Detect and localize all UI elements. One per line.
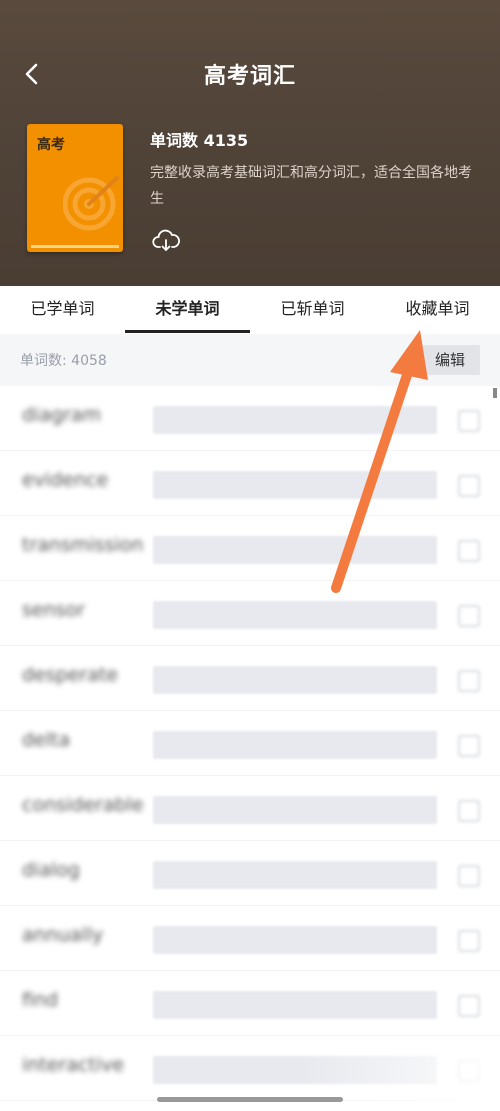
word-text: annually (22, 924, 104, 946)
word-row[interactable]: annually (0, 906, 500, 971)
hidden-meaning[interactable] (153, 796, 437, 824)
word-text: evidence (22, 469, 109, 491)
word-row[interactable]: desperate (0, 646, 500, 711)
word-row[interactable]: transmission (0, 516, 500, 581)
checkbox-icon[interactable] (458, 605, 480, 627)
cover-label: 高考 (37, 137, 65, 153)
word-row[interactable]: find (0, 971, 500, 1036)
book-cover: 高考 (27, 124, 123, 252)
scrollbar[interactable] (493, 388, 497, 398)
word-row[interactable]: evidence (0, 451, 500, 516)
cover-edge (31, 245, 119, 248)
word-text: find (22, 989, 59, 1011)
hidden-meaning[interactable] (153, 601, 437, 629)
cloud-download-icon (152, 229, 180, 251)
checkbox-icon[interactable] (458, 995, 480, 1017)
word-text: diagram (22, 404, 102, 426)
checkbox-icon[interactable] (458, 410, 480, 432)
word-row[interactable]: sensor (0, 581, 500, 646)
word-text: interactive (22, 1054, 125, 1076)
checkbox-icon[interactable] (458, 735, 480, 757)
tab-learned[interactable]: 已学单词 (0, 286, 125, 334)
tab-unlearned[interactable]: 未学单词 (125, 286, 250, 334)
hidden-meaning[interactable] (153, 536, 437, 564)
download-button[interactable] (152, 229, 180, 257)
book-word-count: 单词数 4135 (150, 131, 249, 150)
hidden-meaning[interactable] (153, 731, 437, 759)
word-text: delta (22, 729, 71, 751)
hidden-meaning[interactable] (153, 406, 437, 434)
page-title: 高考词汇 (203, 64, 296, 89)
word-text: sensor (22, 599, 85, 621)
word-tabs: 已学单词 未学单词 已斩单词 收藏单词 (0, 286, 500, 334)
word-text: desperate (22, 664, 118, 686)
book-description: 完整收录高考基础词汇和高分词汇，适合全国各地考生 (150, 165, 472, 207)
target-icon (63, 176, 119, 231)
checkbox-icon[interactable] (458, 670, 480, 692)
tab-mastered[interactable]: 已斩单词 (250, 286, 375, 334)
home-indicator[interactable] (157, 1097, 343, 1102)
word-row[interactable]: dialog (0, 841, 500, 906)
hidden-meaning[interactable] (153, 861, 437, 889)
checkbox-icon[interactable] (458, 540, 480, 562)
book-header: 高考词汇 高考 单词数 4135 完整收录高考基础词汇和高分词汇，适合全国各地考… (0, 0, 500, 286)
hidden-meaning[interactable] (153, 471, 437, 499)
word-text: considerable (22, 794, 144, 816)
word-row[interactable]: delta (0, 711, 500, 776)
word-row[interactable]: considerable (0, 776, 500, 841)
hidden-meaning[interactable] (153, 926, 437, 954)
edit-button[interactable]: 编辑 (420, 345, 480, 375)
word-row[interactable]: diagram (0, 386, 500, 451)
checkbox-icon[interactable] (458, 930, 480, 952)
tab-favorites[interactable]: 收藏单词 (375, 286, 500, 334)
word-text: transmission (22, 534, 144, 556)
checkbox-icon[interactable] (458, 865, 480, 887)
checkbox-icon[interactable] (458, 475, 480, 497)
active-tab-indicator (125, 330, 250, 333)
word-text: dialog (22, 859, 80, 881)
hidden-meaning[interactable] (153, 991, 437, 1019)
hidden-meaning[interactable] (153, 666, 437, 694)
checkbox-icon[interactable] (458, 800, 480, 822)
list-word-count: 单词数: 4058 (20, 353, 107, 369)
word-list: diagram evidence transmission sensor despera… (0, 386, 500, 1101)
